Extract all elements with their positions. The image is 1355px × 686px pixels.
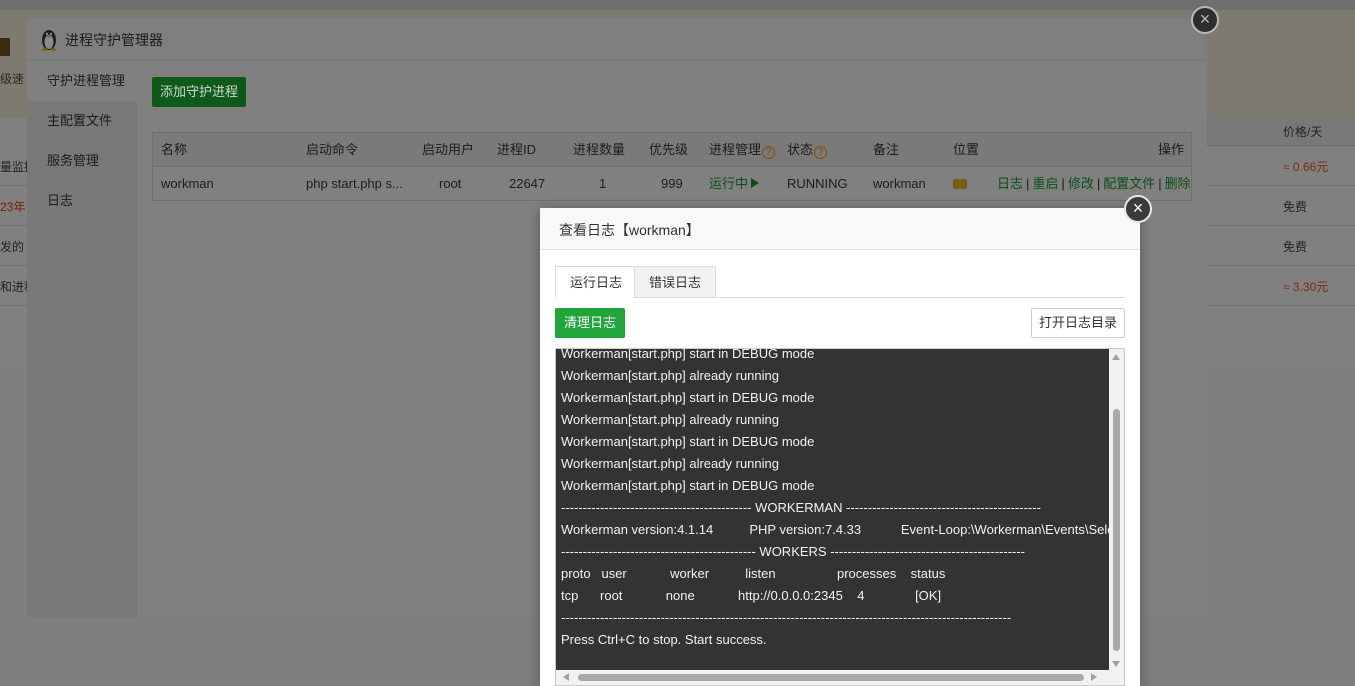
log-console[interactable]: Workerman[start.php] start in DEBUG mode… — [555, 348, 1125, 686]
play-icon — [751, 178, 760, 188]
header-manage: 进程管理? — [709, 133, 776, 167]
row-manage-running[interactable]: 运行中 — [709, 167, 760, 201]
close-icon[interactable]: × — [1191, 6, 1219, 34]
log-lines: Workerman[start.php] start in DEBUG mode… — [556, 348, 1111, 673]
op-config-link[interactable]: 配置文件 — [1103, 176, 1155, 191]
log-line: Workerman[start.php] start in DEBUG mode — [561, 478, 815, 493]
log-line: ----------------------------------------… — [561, 500, 1041, 515]
header-count: 进程数量 — [573, 142, 626, 157]
help-icon[interactable]: ? — [814, 146, 828, 159]
background-banner-text: 级速 — [0, 72, 25, 86]
dialog-title: 查看日志【workman】 — [559, 222, 700, 238]
process-table: 名称 启动命令 启动用户 进程ID 进程数量 优先级 进程管理? 状态? 备注 … — [152, 132, 1192, 201]
dialog-header: 查看日志【workman】 — [540, 208, 1140, 250]
close-icon[interactable]: × — [1124, 195, 1152, 223]
clear-log-button[interactable]: 清理日志 — [555, 308, 625, 338]
log-line: Workerman[start.php] start in DEBUG mode — [561, 434, 815, 449]
sidebar-item-main-config[interactable]: 主配置文件 — [27, 101, 137, 141]
tab-error-log[interactable]: 错误日志 — [634, 266, 717, 298]
row-name: workman — [161, 176, 214, 191]
header-pid: 进程ID — [497, 142, 537, 157]
op-delete-link[interactable]: 删除 — [1165, 176, 1191, 191]
op-restart-link[interactable]: 重启 — [1032, 176, 1058, 191]
sidebar-item-service-manage[interactable]: 服务管理 — [27, 141, 137, 181]
linux-penguin-icon — [42, 30, 56, 51]
sidebar: 守护进程管理 主配置文件 服务管理 日志 — [27, 61, 137, 617]
log-line: Workerman[start.php] already running — [561, 412, 779, 427]
sidebar-item-process-manage[interactable]: 守护进程管理 — [27, 61, 137, 101]
log-dialog: 查看日志【workman】 运行日志 错误日志 清理日志 打开日志目录 Work… — [540, 208, 1140, 686]
scroll-left-icon[interactable] — [563, 673, 569, 681]
help-icon[interactable]: ? — [762, 146, 776, 159]
row-count: 1 — [599, 176, 607, 191]
background-price-header: 价格/天 — [1283, 125, 1323, 139]
window-title: 进程守护管理器 — [65, 32, 163, 48]
tab-run-log[interactable]: 运行日志 — [555, 266, 638, 298]
row-pid: 22647 — [509, 176, 546, 191]
scroll-down-icon[interactable] — [1112, 661, 1120, 667]
log-line: tcp root none http://0.0.0.0:2345 4 [OK] — [561, 588, 942, 603]
log-line: Press Ctrl+C to stop. Start success. — [561, 632, 767, 647]
row-priority: 999 — [661, 176, 683, 191]
background-badge — [0, 38, 10, 56]
header-note: 备注 — [873, 142, 900, 157]
scrollbar-thumb[interactable] — [1113, 409, 1120, 651]
log-tabs: 运行日志 错误日志 — [555, 266, 1125, 298]
open-log-dir-button[interactable]: 打开日志目录 — [1031, 308, 1125, 338]
window-titlebar: 进程守护管理器 — [27, 18, 1207, 61]
log-line: Workerman[start.php] already running — [561, 368, 779, 383]
row-status: RUNNING — [787, 176, 848, 191]
horizontal-scrollbar[interactable] — [556, 670, 1124, 685]
header-priority: 优先级 — [649, 142, 689, 157]
row-note: workman — [873, 176, 926, 191]
op-log-link[interactable]: 日志 — [997, 176, 1023, 191]
folder-icon[interactable] — [953, 179, 967, 189]
log-line: Workerman[start.php] already running — [561, 456, 779, 471]
row-user: root — [439, 176, 462, 191]
header-user: 启动用户 — [422, 142, 475, 157]
row-operations: 日志 | 重启 | 修改 | 配置文件 | 删除 — [997, 176, 1191, 191]
header-status: 状态? — [787, 133, 828, 167]
log-line: proto user worker listen processes statu… — [561, 566, 946, 581]
scrollbar-thumb[interactable] — [578, 674, 1084, 681]
scroll-up-icon[interactable] — [1112, 354, 1120, 360]
background-table-header: 价格/天 — [1207, 118, 1355, 146]
row-location[interactable] — [953, 167, 967, 201]
log-line: Workerman version:4.1.14 PHP version:7.4… — [561, 522, 1111, 537]
log-line: ----------------------------------------… — [561, 544, 1026, 559]
background-topbar — [0, 0, 1355, 10]
log-line: ----------------------------------------… — [561, 610, 1012, 625]
table-row: workman php start.php s... root 22647 1 … — [153, 167, 1191, 201]
sidebar-item-logs[interactable]: 日志 — [27, 181, 137, 221]
header-name: 名称 — [161, 142, 188, 157]
table-header: 名称 启动命令 启动用户 进程ID 进程数量 优先级 进程管理? 状态? 备注 … — [153, 133, 1191, 167]
header-ops: 操作 — [1158, 142, 1185, 157]
header-location: 位置 — [953, 142, 980, 157]
header-command: 启动命令 — [306, 142, 359, 157]
vertical-scrollbar[interactable] — [1109, 349, 1124, 672]
log-line: Workerman[start.php] start in DEBUG mode — [561, 390, 815, 405]
add-daemon-button[interactable]: 添加守护进程 — [152, 77, 246, 107]
op-edit-link[interactable]: 修改 — [1068, 176, 1094, 191]
log-line: Workerman[start.php] start in DEBUG mode — [561, 348, 815, 361]
scroll-right-icon[interactable] — [1091, 673, 1097, 681]
row-command: php start.php s... — [306, 176, 403, 191]
